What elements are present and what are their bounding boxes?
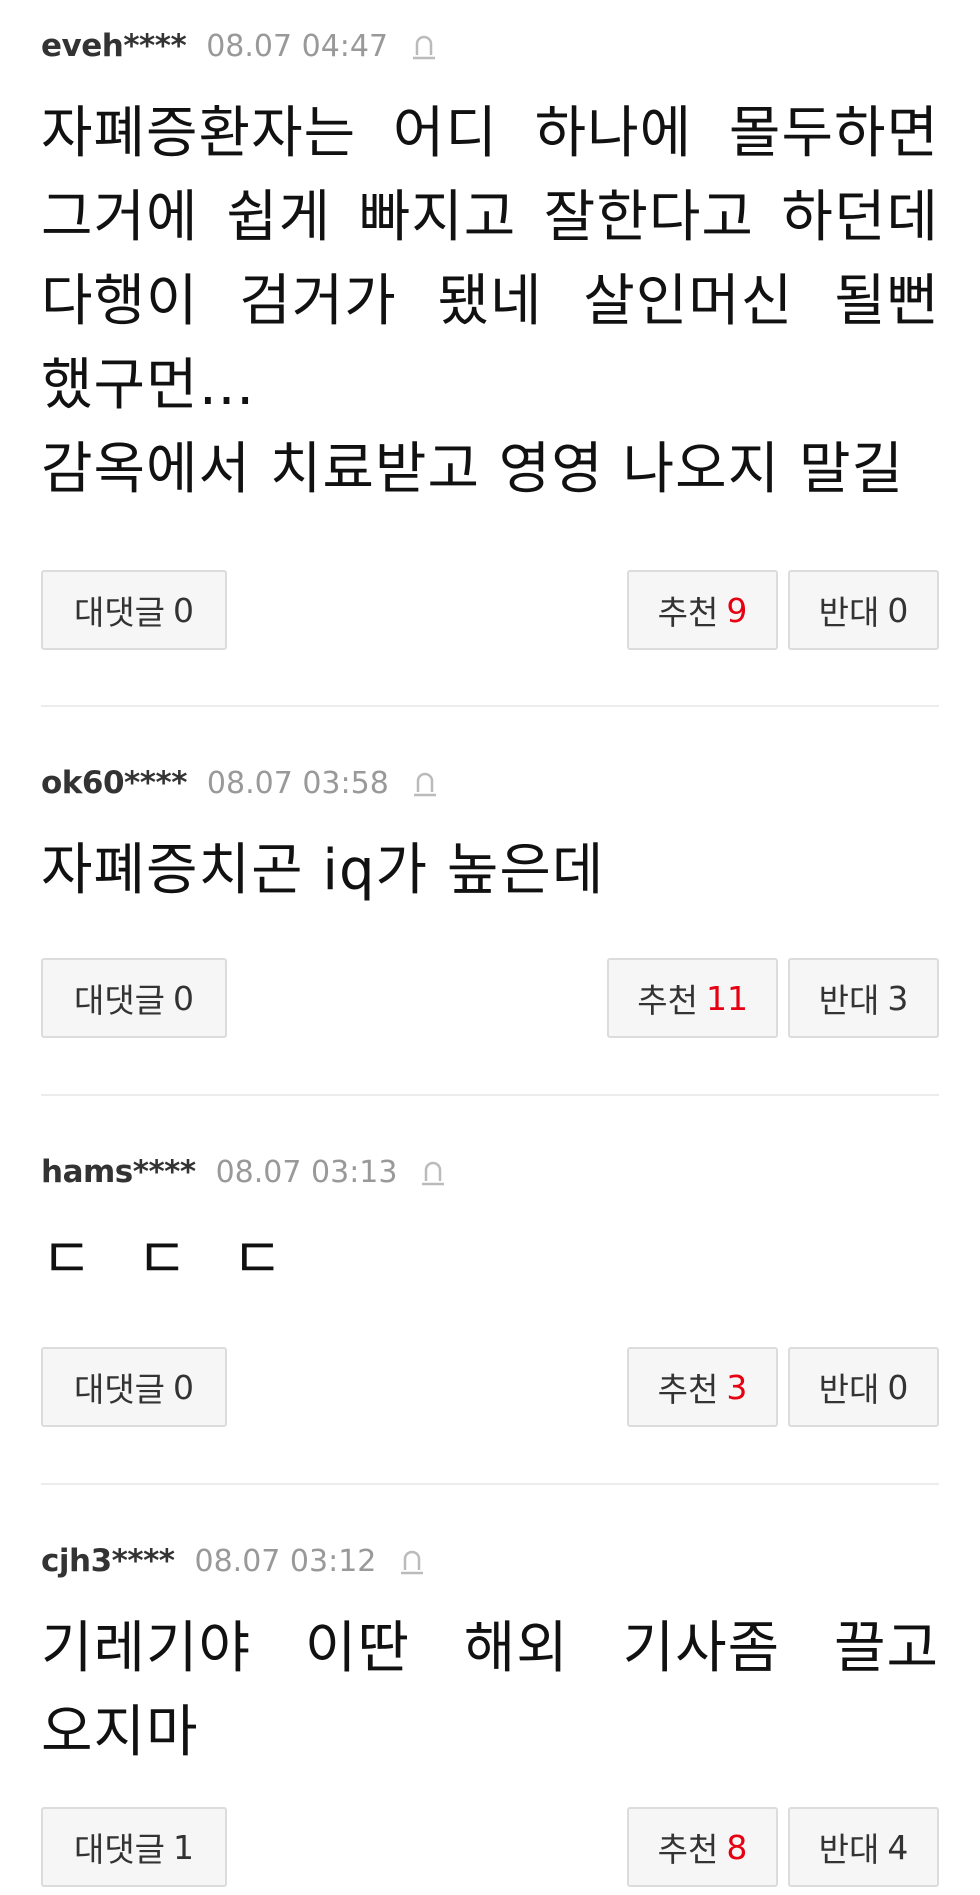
reply-count: 1: [173, 1827, 195, 1867]
dislike-button[interactable]: 반대 3: [788, 958, 939, 1038]
reply-button[interactable]: 대댓글 1: [41, 1807, 227, 1887]
comment-line: 기레기야 이딴 해외 기사좀 끌고 오지마: [41, 1616, 939, 1765]
comment-line: ㄷ ㄷ ㄷ: [41, 1227, 285, 1292]
vote-buttons: 추천 8 반대 4: [627, 1807, 939, 1887]
siren-icon[interactable]: [409, 767, 441, 799]
comment-item: eveh**** 08.07 04:47 자폐증환자는 어디 하나에 몰두하면 …: [41, 0, 939, 707]
reply-button[interactable]: 대댓글 0: [41, 570, 227, 650]
vote-buttons: 추천 3 반대 0: [627, 1347, 939, 1427]
comment-meta: cjh3**** 08.07 03:12: [41, 1541, 939, 1581]
comment-author: ok60****: [41, 765, 187, 801]
comment-author: hams****: [41, 1154, 196, 1190]
comment-line: 자폐증환자는 어디 하나에 몰두하면 그거에 쉽게 빠지고 잘한다고 하던데 다…: [41, 101, 939, 418]
comment-actions: 대댓글 0 추천 11 반대 3: [41, 958, 939, 1038]
comment-time: 08.07 03:12: [194, 1543, 377, 1579]
comment-body: ㄷ ㄷ ㄷ: [41, 1218, 939, 1302]
like-count: 8: [726, 1827, 748, 1867]
dislike-button[interactable]: 반대 0: [788, 570, 939, 650]
siren-icon[interactable]: [396, 1545, 428, 1577]
comment-meta: hams**** 08.07 03:13: [41, 1152, 939, 1192]
comment-meta: ok60**** 08.07 03:58: [41, 763, 939, 803]
comment-actions: 대댓글 0 추천 3 반대 0: [41, 1347, 939, 1427]
dislike-count: 0: [887, 1367, 909, 1407]
reply-count: 0: [173, 590, 195, 630]
like-count: 11: [706, 978, 748, 1018]
comment-body: 자폐증치곤 iq가 높은데: [41, 829, 939, 913]
comment-item: ok60**** 08.07 03:58 자폐증치곤 iq가 높은데 대댓글 0…: [41, 707, 939, 1096]
comment-item: cjh3**** 08.07 03:12 기레기야 이딴 해외 기사좀 끌고 오…: [41, 1485, 939, 1895]
siren-icon[interactable]: [417, 1156, 449, 1188]
comment-time: 08.07 03:13: [215, 1154, 398, 1190]
reply-label: 대댓글: [73, 1830, 166, 1869]
comment-body: 자폐증환자는 어디 하나에 몰두하면 그거에 쉽게 빠지고 잘한다고 하던데 다…: [41, 92, 939, 512]
dislike-count: 4: [887, 1827, 909, 1867]
like-button[interactable]: 추천 11: [607, 958, 778, 1038]
like-label: 추천: [637, 981, 698, 1020]
dislike-count: 0: [887, 590, 909, 630]
comment-line: 감옥에서 치료받고 영영 나오지 말길: [41, 437, 905, 502]
comment-time: 08.07 03:58: [206, 765, 389, 801]
reply-label: 대댓글: [73, 1370, 166, 1409]
like-count: 9: [726, 590, 748, 630]
reply-count: 0: [173, 978, 195, 1018]
like-label: 추천: [657, 1830, 719, 1869]
dislike-count: 3: [887, 978, 909, 1018]
reply-button[interactable]: 대댓글 0: [41, 1347, 227, 1427]
dislike-label: 반대: [818, 1830, 880, 1869]
dislike-label: 반대: [818, 981, 880, 1020]
reply-count: 0: [173, 1367, 195, 1407]
dislike-label: 반대: [818, 593, 880, 632]
dislike-button[interactable]: 반대 4: [788, 1807, 939, 1887]
comment-body: 기레기야 이딴 해외 기사좀 끌고 오지마: [41, 1607, 939, 1775]
like-button[interactable]: 추천 8: [627, 1807, 778, 1887]
vote-buttons: 추천 9 반대 0: [627, 570, 939, 650]
siren-icon[interactable]: [408, 30, 440, 62]
reply-label: 대댓글: [73, 593, 166, 632]
like-count: 3: [726, 1367, 748, 1407]
dislike-button[interactable]: 반대 0: [788, 1347, 939, 1427]
dislike-label: 반대: [818, 1370, 880, 1409]
like-label: 추천: [657, 593, 719, 632]
comment-actions: 대댓글 0 추천 9 반대 0: [41, 570, 939, 650]
comment-item: hams**** 08.07 03:13 ㄷ ㄷ ㄷ 대댓글 0 추천 3 반대: [41, 1096, 939, 1485]
comment-author: eveh****: [41, 28, 187, 64]
reply-button[interactable]: 대댓글 0: [41, 958, 227, 1038]
like-button[interactable]: 추천 9: [627, 570, 778, 650]
like-button[interactable]: 추천 3: [627, 1347, 778, 1427]
vote-buttons: 추천 11 반대 3: [607, 958, 939, 1038]
comment-list: eveh**** 08.07 04:47 자폐증환자는 어디 하나에 몰두하면 …: [0, 0, 980, 1895]
reply-label: 대댓글: [73, 981, 166, 1020]
comment-actions: 대댓글 1 추천 8 반대 4: [41, 1807, 939, 1887]
comment-line: 자폐증치곤 iq가 높은데: [41, 838, 605, 903]
comment-time: 08.07 04:47: [206, 28, 389, 64]
comment-author: cjh3****: [41, 1543, 175, 1579]
comment-meta: eveh**** 08.07 04:47: [41, 26, 939, 66]
like-label: 추천: [657, 1370, 719, 1409]
